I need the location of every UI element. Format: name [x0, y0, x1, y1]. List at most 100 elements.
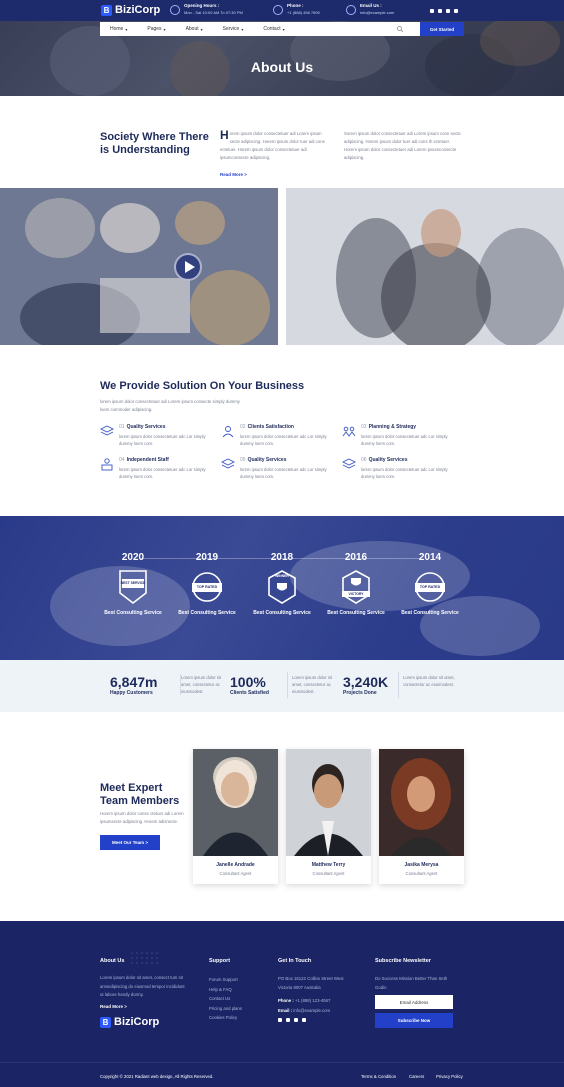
- member-name: Jasika Merysa: [404, 862, 439, 868]
- chevron-down-icon: ▾: [241, 26, 244, 32]
- footer-logo[interactable]: B BiziCorp: [100, 1016, 159, 1028]
- award-item: 2018 WINNER Best Consulting Service: [247, 552, 317, 617]
- careers-link[interactable]: Careers: [409, 1074, 424, 1079]
- footer-link[interactable]: Forum Support: [209, 975, 242, 985]
- service-title: Quality Services: [368, 457, 408, 463]
- team-card[interactable]: Jasika Merysa Consultant Agent: [379, 749, 464, 884]
- play-video-button[interactable]: [174, 253, 202, 281]
- award-badge-icon: TOP RATED: [191, 569, 223, 605]
- award-year: 2014: [418, 552, 442, 563]
- team-card[interactable]: Janelle Andrade Consultant Agent: [193, 749, 278, 884]
- service-item: 04 Independent Staff lorem ipsum dolor con…: [100, 457, 220, 480]
- footer-link[interactable]: Pricing and plans: [209, 1004, 242, 1014]
- email-label: Email Us :: [360, 3, 382, 8]
- member-name: Janelle Andrade: [216, 862, 255, 868]
- service-number: 05: [240, 457, 246, 463]
- team-photo-right: [286, 188, 564, 345]
- service-desc: lorem ipsum dolor consectetuer adc Lor s…: [240, 434, 327, 446]
- member-photo: [193, 749, 278, 856]
- youtube-icon[interactable]: [294, 1018, 298, 1022]
- search-icon[interactable]: [397, 26, 403, 32]
- phone-value[interactable]: +1 (888) 123-4567: [295, 998, 330, 1003]
- service-title: Planning & Strategy: [368, 424, 417, 430]
- nav-home[interactable]: Home ▾: [110, 26, 127, 32]
- logo-mark: B: [101, 4, 112, 16]
- nav-service[interactable]: Service ▾: [223, 26, 244, 32]
- nav-contact-label: Contact: [263, 26, 281, 32]
- nav-service-label: Service: [222, 26, 240, 32]
- email-label: Email :: [278, 1008, 293, 1013]
- service-item: 06 Quality Services lorem ipsum dolor cons…: [342, 457, 462, 480]
- nav-home-label: Home: [110, 26, 124, 32]
- team-icon: [342, 426, 356, 437]
- newsletter-email-input[interactable]: Email Address: [375, 995, 453, 1009]
- award-badge-text: BEST SERVICE: [120, 581, 146, 585]
- logo-text: BiziCorp: [115, 4, 161, 16]
- stat-number: 3,240K: [343, 674, 389, 690]
- service-desc: lorem ipsum dolor consectetuer adc Lor s…: [119, 434, 206, 446]
- stat-label: Projects Done: [343, 690, 377, 696]
- facebook-icon[interactable]: [430, 9, 434, 13]
- email-value[interactable]: info@example.com: [360, 10, 394, 15]
- youtube-icon[interactable]: [446, 9, 450, 13]
- service-item: 02 Clients Satisfaction lorem ipsum dolor …: [221, 424, 341, 447]
- footer-newsletter-heading: Subscribe Newsletter: [375, 958, 431, 964]
- chevron-down-icon: ▾: [200, 26, 203, 32]
- logo-text: BiziCorp: [114, 1016, 160, 1028]
- phone-icon: [273, 5, 283, 15]
- member-photo: [379, 749, 464, 856]
- nav-pages[interactable]: Pages ▾: [147, 26, 165, 32]
- instagram-icon[interactable]: [454, 9, 458, 13]
- society-read-more[interactable]: Read More >: [220, 172, 247, 177]
- email-value[interactable]: info@example.com: [293, 1008, 330, 1013]
- award-badge-icon: WINNER: [266, 569, 298, 605]
- service-number: 06: [361, 457, 367, 463]
- dropcap: H: [220, 128, 229, 142]
- award-year: 2020: [121, 552, 145, 563]
- service-desc: lorem ipsum dolor consectetuer adc Lor s…: [361, 434, 448, 446]
- twitter-icon[interactable]: [438, 9, 442, 13]
- team-card[interactable]: Matthew Terry Consultant Agent: [286, 749, 371, 884]
- service-title: Independent Staff: [126, 457, 169, 463]
- award-item: 2016 VICTORY Best Consulting Service: [321, 552, 391, 617]
- nav-contact[interactable]: Contact ▾: [263, 26, 284, 32]
- stat-label: Happy Customers: [110, 690, 153, 696]
- stat-customers: 6,847m Happy Customers: [110, 674, 158, 697]
- footer-link[interactable]: Cookies Policy: [209, 1013, 242, 1023]
- member-role: Consultant Agent: [405, 871, 438, 876]
- phone-value[interactable]: +1 (888) 456 7890: [287, 10, 320, 15]
- nav-about[interactable]: About ▾: [186, 26, 203, 32]
- service-number: 02: [240, 424, 246, 430]
- twitter-icon[interactable]: [286, 1018, 290, 1022]
- footer-link[interactable]: Help & FAQ: [209, 985, 242, 995]
- service-desc: lorem ipsum dolor consectetuer adc Lor s…: [361, 467, 448, 479]
- award-badge-icon: TOP RATED: [414, 569, 446, 605]
- chevron-down-icon: ▾: [125, 26, 128, 32]
- stat-divider: [398, 672, 399, 698]
- page-title: About Us: [250, 59, 314, 75]
- brand-logo[interactable]: B BiziCorp: [101, 4, 160, 16]
- instagram-icon[interactable]: [302, 1018, 306, 1022]
- dot-pattern: [131, 952, 158, 964]
- get-started-button[interactable]: Get Started: [420, 22, 464, 36]
- facebook-icon[interactable]: [278, 1018, 282, 1022]
- subscribe-button[interactable]: Subscribe Now: [375, 1013, 453, 1028]
- hours-label: Opening Hours :: [184, 3, 220, 8]
- award-label: Best Consulting Service: [327, 610, 385, 616]
- member-role: Consultant Agent: [312, 871, 345, 876]
- privacy-link[interactable]: Privacy Policy: [436, 1074, 463, 1079]
- meet-team-button[interactable]: Meet Our Team >: [100, 835, 160, 850]
- footer-support-heading: Support: [209, 958, 231, 964]
- stats-section: [0, 660, 564, 712]
- footer-address: PO Box 16122 Collins Street West Victori…: [278, 976, 344, 990]
- award-label: Best Consulting Service: [401, 610, 459, 616]
- member-name: Matthew Terry: [311, 862, 346, 868]
- footer-read-more[interactable]: Read More >: [100, 1004, 127, 1009]
- terms-link[interactable]: Terms & Condition: [361, 1074, 396, 1079]
- opening-hours: Opening Hours : Mon - Sat 10:00 AM To 07:…: [170, 3, 243, 15]
- stat-number: 6,847m: [110, 674, 158, 690]
- user-icon: [222, 426, 234, 438]
- service-item: 01 Quality Services lorem ipsum dolor cons…: [100, 424, 220, 447]
- footer-link[interactable]: Contact Us: [209, 994, 242, 1004]
- team-desc: Horem ipsum dolor conse ctetuer adi Lore…: [100, 811, 184, 824]
